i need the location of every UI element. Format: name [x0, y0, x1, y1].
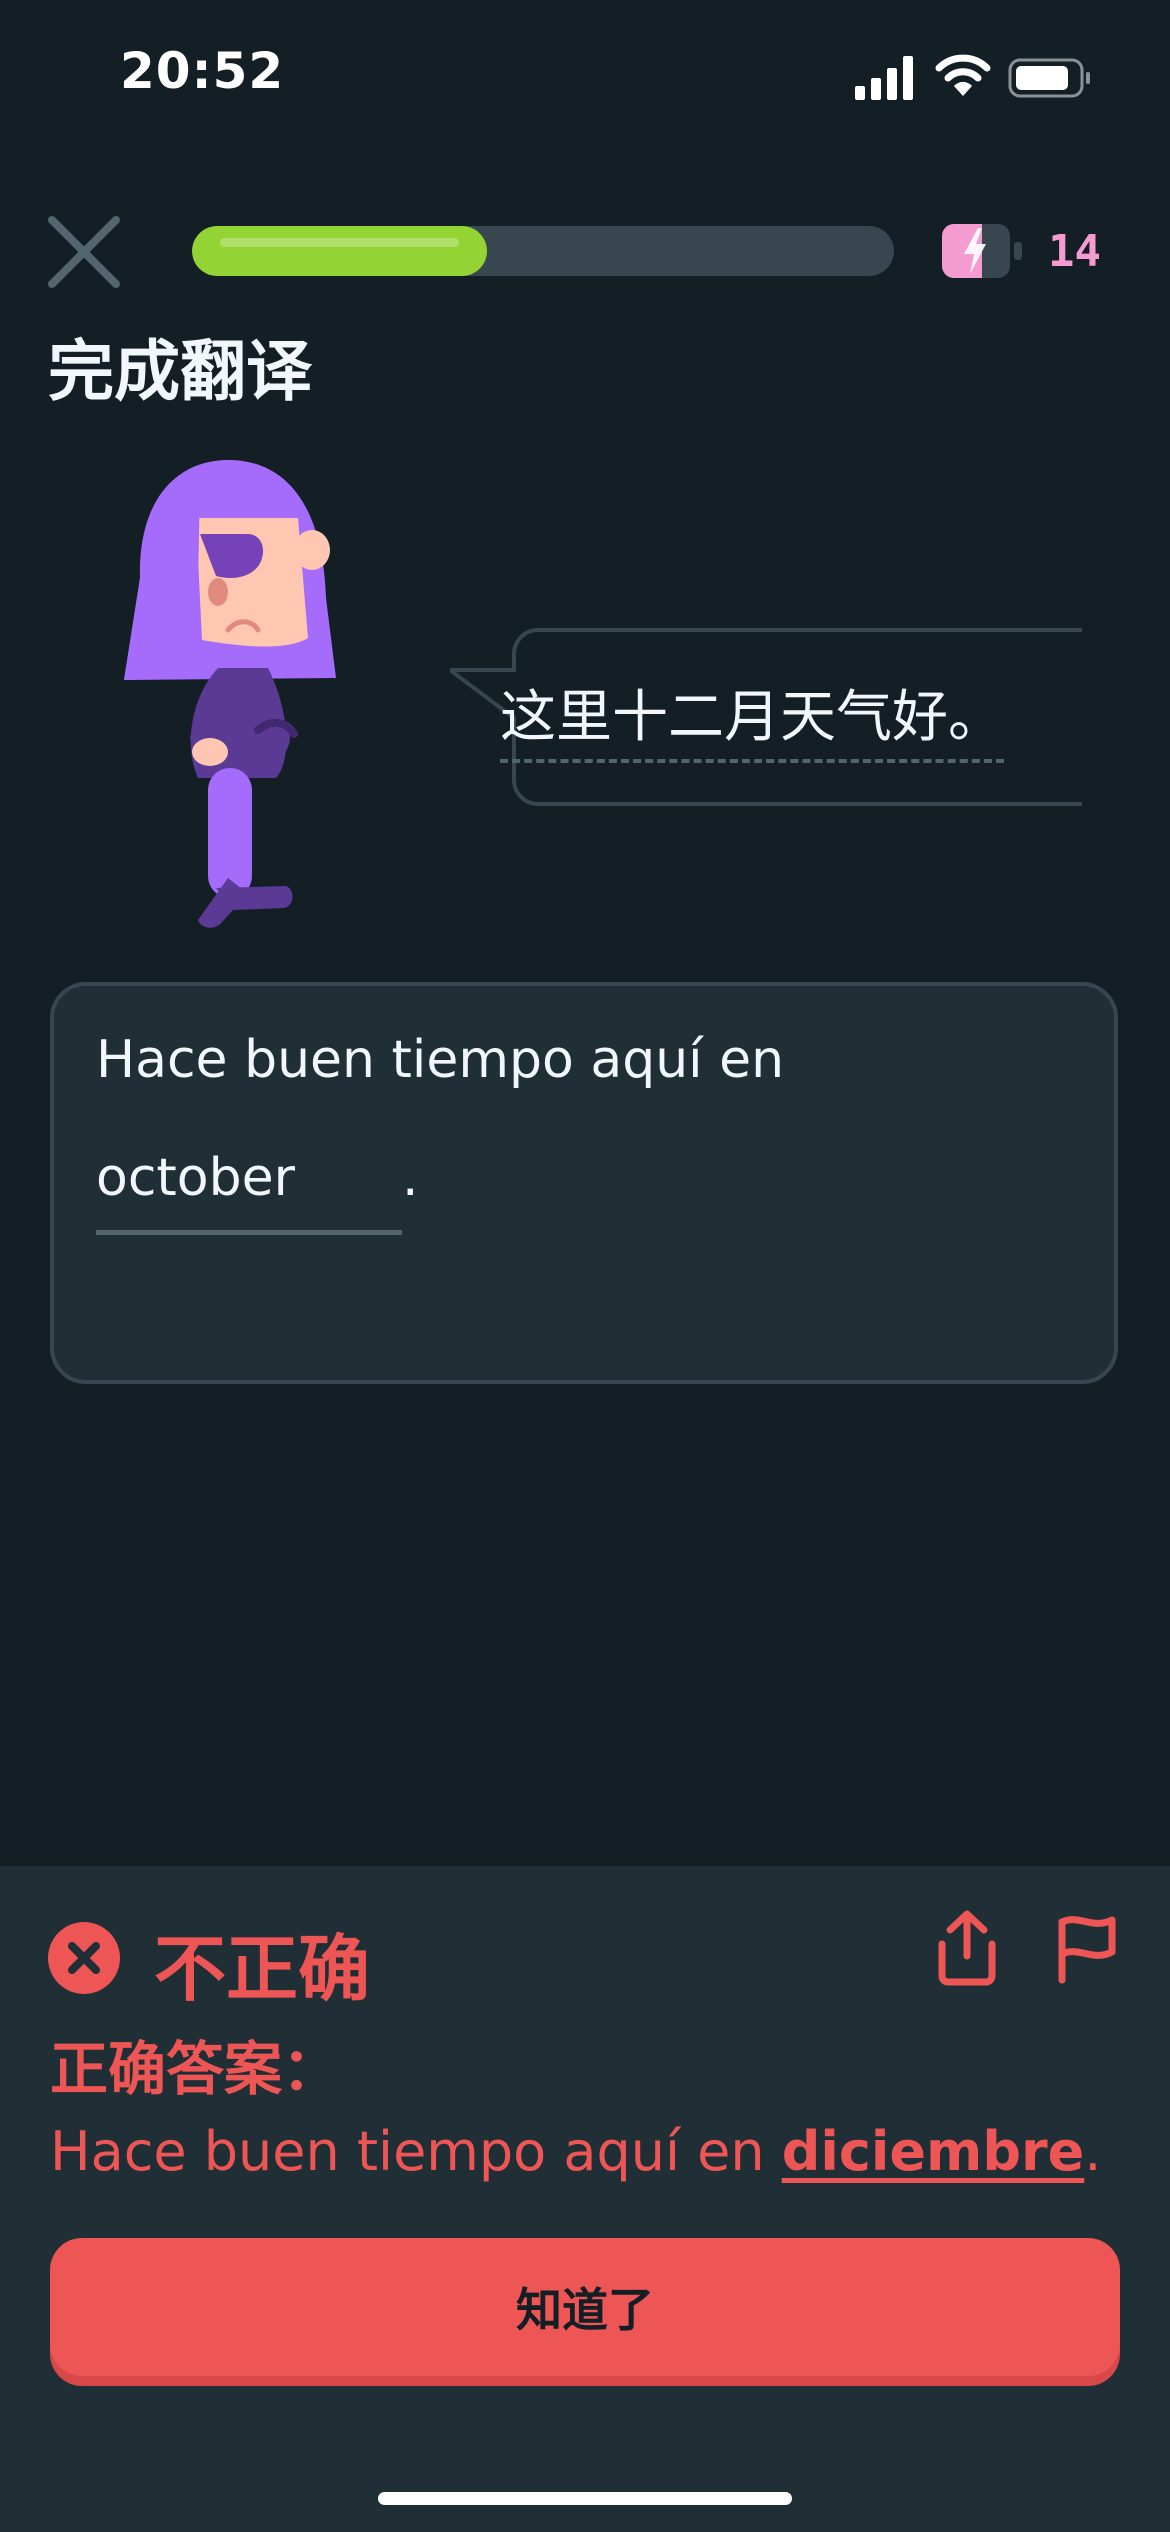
battery-icon: [1008, 58, 1090, 98]
source-sentence[interactable]: 这里十二月天气好。: [500, 672, 1004, 763]
incorrect-x-icon: [48, 1922, 120, 1994]
correct-answer-suffix: .: [1084, 2120, 1102, 2183]
home-indicator[interactable]: [378, 2492, 792, 2505]
flag-icon[interactable]: [1052, 1912, 1120, 1984]
energy-count: 14: [1048, 226, 1101, 277]
correct-answer-label: 正确答案：: [50, 2035, 341, 2103]
correct-answer-prefix: Hace buen tiempo aquí en: [50, 2120, 782, 2183]
close-icon[interactable]: [44, 212, 124, 292]
correct-answer-word: diciembre: [781, 2120, 1085, 2183]
status-time: 20:52: [120, 42, 285, 100]
continue-button-label: 知道了: [516, 2283, 654, 2337]
progress-bar: [192, 226, 894, 276]
answer-suffix: .: [402, 1148, 419, 1208]
continue-button[interactable]: 知道了: [50, 2238, 1120, 2376]
answer-prefix: Hace buen tiempo aquí en: [96, 1030, 785, 1090]
feedback-title: 不正确: [154, 1927, 371, 2011]
energy-icon: [942, 224, 1022, 278]
wifi-icon: [935, 54, 991, 96]
instruction-title: 完成翻译: [48, 333, 312, 410]
share-icon[interactable]: [932, 1908, 1002, 1986]
progress-shine: [220, 238, 459, 247]
signal-icon: [855, 56, 913, 100]
correct-answer-text: Hace buen tiempo aquí en diciembre.: [50, 2120, 1101, 2183]
progress-fill: [192, 226, 487, 276]
character-illustration: [124, 460, 336, 928]
answer-input[interactable]: october: [96, 1138, 402, 1235]
